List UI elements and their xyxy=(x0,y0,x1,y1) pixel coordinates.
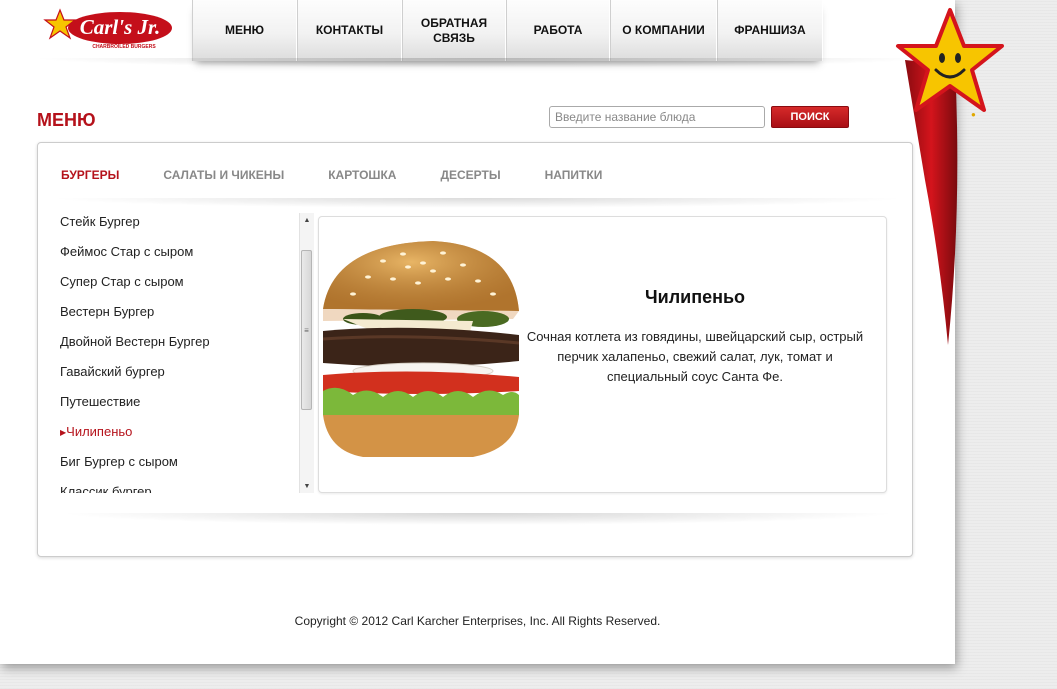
nav-jobs[interactable]: РАБОТА xyxy=(506,0,610,61)
list-scrollbar[interactable]: ▲ ≡ ▼ xyxy=(299,213,314,493)
list-item[interactable]: Путешествие xyxy=(60,393,315,423)
main-nav: МЕНЮ КОНТАКТЫ ОБРАТНАЯ СВЯЗЬ РАБОТА О КО… xyxy=(192,0,823,61)
page: Carl's Jr. CHARBROILED BURGERS МЕНЮ КОНТ… xyxy=(0,0,955,664)
nav-feedback-label: ОБРАТНАЯ СВЯЗЬ xyxy=(420,15,488,45)
item-detail-card: Чилипеньо Сочная котлета из говядины, шв… xyxy=(318,216,887,493)
dish-description: Сочная котлета из говядины, швейцарский … xyxy=(526,329,864,384)
list-item-label: Гавайский бургер xyxy=(60,364,165,379)
nav-about[interactable]: О КОМПАНИИ xyxy=(610,0,717,61)
list-item[interactable]: Биг Бургер с сыром xyxy=(60,453,315,483)
burger-image xyxy=(323,241,519,457)
list-item-label: Двойной Вестерн Бургер xyxy=(60,334,210,349)
scroll-thumb[interactable]: ≡ xyxy=(301,250,312,410)
nav-contacts[interactable]: КОНТАКТЫ xyxy=(297,0,402,61)
list-item-label: Путешествие xyxy=(60,394,141,409)
tab-salads-chicken[interactable]: САЛАТЫ И ЧИКЕНЫ xyxy=(163,168,284,182)
registered-mark-icon: ● xyxy=(971,110,976,119)
list-item[interactable]: Стейк Бургер xyxy=(60,213,315,243)
menu-panel: БУРГЕРЫ САЛАТЫ И ЧИКЕНЫ КАРТОШКА ДЕСЕРТЫ… xyxy=(37,142,913,557)
nav-contacts-label: КОНТАКТЫ xyxy=(315,23,384,37)
search-button[interactable]: ПОИСК xyxy=(771,106,849,128)
list-item-label: Вестерн Бургер xyxy=(60,304,155,319)
list-item-selected[interactable]: ▶Чилипеньо xyxy=(60,423,315,453)
nav-menu[interactable]: МЕНЮ xyxy=(192,0,297,61)
tab-drinks[interactable]: НАПИТКИ xyxy=(545,168,603,182)
list-item-label: Супер Стар с сыром xyxy=(60,274,184,289)
tab-burgers[interactable]: БУРГЕРЫ xyxy=(61,168,119,182)
logo-wordmark: Carl's Jr. xyxy=(80,15,161,39)
list-item-label: Классик бургер xyxy=(60,484,152,493)
list-item[interactable]: Супер Стар с сыром xyxy=(60,273,315,303)
panel-divider xyxy=(58,513,898,525)
list-item-label: Чилипеньо xyxy=(66,424,133,439)
tab-fries[interactable]: КАРТОШКА xyxy=(328,168,396,182)
copyright: Copyright © 2012 Carl Karcher Enterprise… xyxy=(294,614,661,628)
nav-franchise-label: ФРАНШИЗА xyxy=(734,23,806,37)
tab-desserts[interactable]: ДЕСЕРТЫ xyxy=(440,168,500,182)
list-item[interactable]: Классик бургер xyxy=(60,483,315,493)
list-item[interactable]: Вестерн Бургер xyxy=(60,303,315,333)
nav-jobs-label: РАБОТА xyxy=(533,23,583,37)
list-item-label: Биг Бургер с сыром xyxy=(60,454,178,469)
burger-list: Стейк Бургер Феймос Стар с сыром Супер С… xyxy=(60,213,315,493)
carls-jr-logo[interactable]: Carl's Jr. CHARBROILED BURGERS xyxy=(40,6,174,52)
nav-about-label: О КОМПАНИИ xyxy=(622,23,705,37)
page-title: МЕНЮ xyxy=(37,110,96,130)
list-item-label: Стейк Бургер xyxy=(60,214,140,229)
search-input[interactable] xyxy=(549,106,765,128)
list-item[interactable]: Гавайский бургер xyxy=(60,363,315,393)
nav-feedback[interactable]: ОБРАТНАЯ СВЯЗЬ xyxy=(402,0,506,61)
scroll-up-arrow-icon[interactable]: ▲ xyxy=(300,213,314,227)
list-item-label: Феймос Стар с сыром xyxy=(60,244,194,259)
logo-tagline: CHARBROILED BURGERS xyxy=(92,44,156,50)
nav-franchise[interactable]: ФРАНШИЗА xyxy=(717,0,823,61)
list-item[interactable]: Феймос Стар с сыром xyxy=(60,243,315,273)
category-tabs: БУРГЕРЫ САЛАТЫ И ЧИКЕНЫ КАРТОШКА ДЕСЕРТЫ… xyxy=(61,168,646,182)
header-shadow xyxy=(30,58,930,68)
list-item[interactable]: Двойной Вестерн Бургер xyxy=(60,333,315,363)
nav-menu-label: МЕНЮ xyxy=(224,23,265,37)
tabs-divider xyxy=(48,198,908,208)
happy-star-icon xyxy=(896,8,1004,112)
dish-name: Чилипеньо xyxy=(644,287,746,307)
scroll-down-arrow-icon[interactable]: ▼ xyxy=(300,479,314,493)
